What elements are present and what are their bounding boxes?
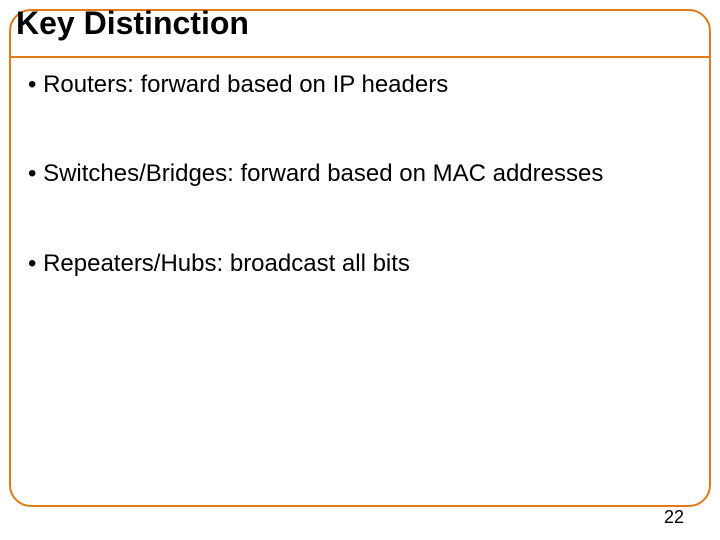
slide: Key Distinction Routers: forward based o… bbox=[0, 0, 720, 540]
bullet-item: Repeaters/Hubs: broadcast all bits bbox=[28, 249, 688, 278]
bullet-item: Routers: forward based on IP headers bbox=[28, 70, 688, 99]
slide-title: Key Distinction bbox=[16, 6, 704, 41]
title-area: Key Distinction bbox=[16, 6, 704, 66]
body-area: Routers: forward based on IP headers Swi… bbox=[28, 70, 688, 338]
bullet-item: Switches/Bridges: forward based on MAC a… bbox=[28, 159, 688, 188]
page-number: 22 bbox=[664, 507, 684, 528]
